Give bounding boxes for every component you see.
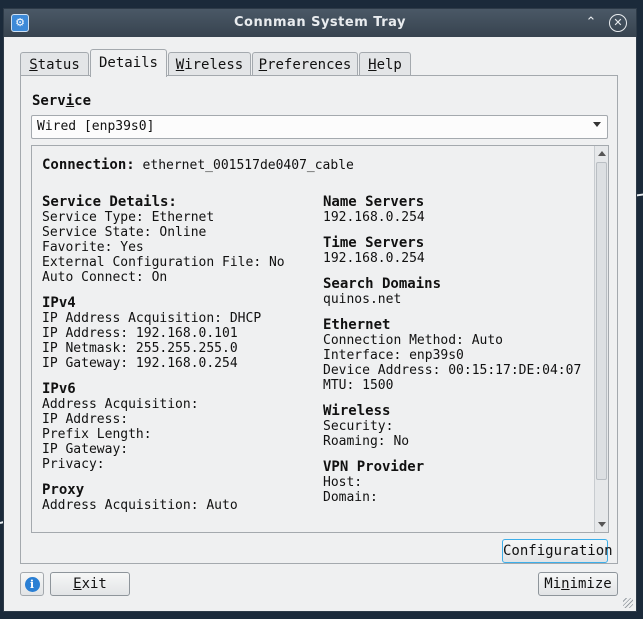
details-section: Ethernet Connection Method: Auto Interface… [323,317,603,393]
detail-row: Auto Connect: On [42,270,168,285]
detail-row: Device Address: 00:15:17:DE:04:07 [323,363,582,378]
detail-row: Privacy: [42,457,105,472]
section-heading: IPv4 [42,295,76,311]
detail-row: Service Type: Ethernet [42,210,215,225]
tab-wireless[interactable]: Wireless [168,52,251,76]
details-section: Name Servers 192.168.0.254 [323,194,603,225]
scrollbar-thumb[interactable] [596,162,607,480]
configuration-button[interactable]: Configuration [502,539,613,563]
detail-row: IP Address: 192.168.0.101 [42,326,238,341]
section-heading: Proxy [42,482,85,498]
details-panel: Service Wired [enp39s0] Connection: ethe… [20,75,618,564]
chevron-down-icon [593,122,601,127]
details-section: Time Servers 192.168.0.254 [323,235,603,266]
keep-above-icon[interactable]: ⌃ [582,14,600,32]
detail-row: Favorite: Yes [42,240,144,255]
title-bar[interactable]: ⚙ Connman System Tray ⌃ ✕ [4,9,636,37]
tab-details[interactable]: Details [90,49,167,77]
detail-row: 192.168.0.254 [323,251,425,266]
minimize-button[interactable]: Minimize [538,572,618,596]
connection-label: Connection: [42,157,135,173]
detail-row: Service State: Online [42,225,207,240]
about-button[interactable]: i [20,572,44,596]
tab-status[interactable]: Status [20,52,89,76]
details-text-area[interactable]: Connection: ethernet_001517de0407_cable … [31,145,609,533]
section-heading: Time Servers [323,235,425,251]
detail-row: Prefix Length: [42,427,152,442]
info-icon: i [24,577,40,592]
section-heading: IPv6 [42,381,76,397]
service-label: Service [32,93,92,109]
exit-button[interactable]: Exit [50,572,130,596]
detail-row: quinos.net [323,292,402,307]
section-heading: Name Servers [323,194,425,210]
detail-row: IP Gateway: [42,442,129,457]
detail-row: Connection Method: Auto [323,333,504,348]
section-heading: VPN Provider [323,459,425,475]
detail-row: Interface: enp39s0 [323,348,464,363]
section-heading: Wireless [323,403,391,419]
detail-row: Roaming: No [323,434,410,449]
detail-row: IP Address Acquisition: DHCP [42,311,262,326]
detail-row: Security: [323,419,394,434]
detail-row: IP Netmask: 255.255.255.0 [42,341,238,356]
tab-preferences[interactable]: Preferences [252,52,358,76]
detail-row: IP Address: [42,412,129,427]
section-heading: Search Domains [323,276,442,292]
detail-row: External Configuration File: No [42,255,285,270]
details-section: IPv6 Address Acquisition: IP Address: Prefi… [42,381,322,472]
scroll-down-arrow-icon[interactable] [598,522,606,527]
detail-row: Domain: [323,490,378,505]
details-right-column: Name Servers 192.168.0.254 Time Servers 192… [323,194,603,515]
section-heading: Service Details: [42,194,177,210]
details-section: Service Details: Service Type: Ethernet Se… [42,194,322,285]
detail-row: MTU: 1500 [323,378,394,393]
scroll-up-arrow-icon[interactable] [598,151,606,156]
close-icon[interactable]: ✕ [609,14,627,32]
detail-row: 192.168.0.254 [323,210,425,225]
service-selected-value: Wired [enp39s0] [37,119,155,134]
detail-row: Address Acquisition: [42,397,199,412]
connection-line: Connection: ethernet_001517de0407_cable [42,157,354,173]
detail-row: IP Gateway: 192.168.0.254 [42,356,238,371]
connman-window: ⚙ Connman System Tray ⌃ ✕ Status Details… [3,8,637,612]
details-section: Proxy Address Acquisition: Auto [42,482,322,513]
detail-row: Host: [323,475,363,490]
details-section: Search Domains quinos.net [323,276,603,307]
connection-value: ethernet_001517de0407_cable [142,158,354,173]
resize-grip[interactable] [623,598,633,608]
details-section: Wireless Security: Roaming: No [323,403,603,449]
service-select[interactable]: Wired [enp39s0] [31,115,608,139]
details-left-column: Service Details: Service Type: Ethernet Se… [42,194,322,523]
details-section: VPN Provider Host: Domain: [323,459,603,505]
details-scrollbar[interactable] [594,146,608,532]
details-section: IPv4 IP Address Acquisition: DHCP IP Addre… [42,295,322,371]
detail-row: Address Acquisition: Auto [42,498,238,513]
window-title: Connman System Tray [234,15,406,30]
tab-help[interactable]: Help [359,52,411,76]
section-heading: Ethernet [323,317,391,333]
